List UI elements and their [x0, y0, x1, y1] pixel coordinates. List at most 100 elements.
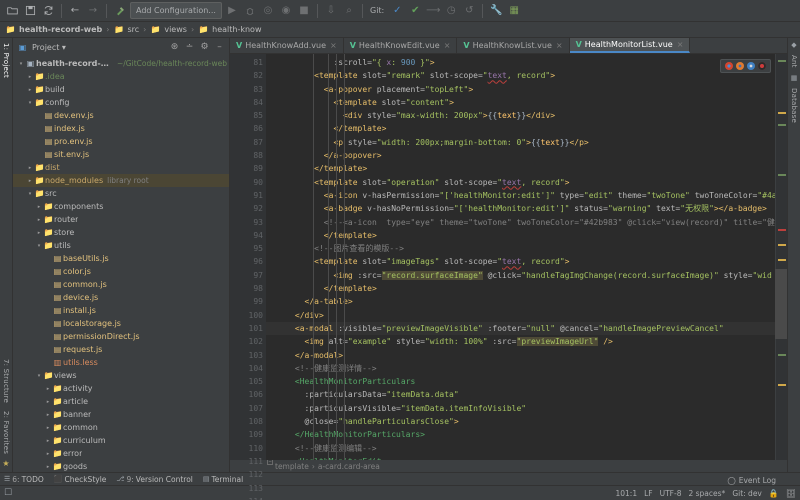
gutter-line-number[interactable]: 114: [230, 495, 266, 500]
gutter-line-number[interactable]: 107: [230, 402, 266, 415]
gutter-line-number[interactable]: 83−: [230, 83, 266, 96]
tool-window-button-ant[interactable]: Ant: [790, 52, 798, 71]
gutter-line-number[interactable]: 81: [230, 56, 266, 69]
breadcrumb-item-1[interactable]: 📁 src: [113, 25, 139, 34]
gutter-line-number[interactable]: 94−: [230, 229, 266, 242]
tree-node-device-js[interactable]: ▤device.js: [13, 291, 229, 304]
editor-tab-healthknowedit[interactable]: VHealthKnowEdit.vue×: [344, 38, 458, 53]
tool-window-button-project[interactable]: 1: Project: [2, 40, 10, 81]
firefox-icon[interactable]: [736, 62, 744, 70]
gutter-line-number[interactable]: 109−: [230, 428, 266, 441]
tree-node-components[interactable]: ▸📁components: [13, 200, 229, 213]
tree-node-router[interactable]: ▸📁router: [13, 213, 229, 226]
settings-gear-icon[interactable]: ⚙: [199, 42, 210, 52]
line-separator[interactable]: LF: [644, 489, 653, 498]
caret-position[interactable]: 101:1: [615, 489, 637, 498]
gutter-line-number[interactable]: 102: [230, 335, 266, 348]
tree-node--idea[interactable]: ▸📁.idea: [13, 70, 229, 83]
tree-node-store[interactable]: ▸📁store: [13, 226, 229, 239]
open-folder-icon[interactable]: [4, 3, 20, 19]
back-arrow-icon[interactable]: ←: [67, 3, 83, 19]
tree-node-config[interactable]: ▾📁config: [13, 96, 229, 109]
gutter-line-number[interactable]: 85: [230, 109, 266, 122]
read-only-lock-icon[interactable]: 🔒: [769, 489, 779, 498]
editor-tab-bar[interactable]: VHealthKnowAdd.vue×VHealthKnowEdit.vue×V…: [230, 38, 787, 54]
tree-node-utils-less[interactable]: ▥utils.less: [13, 356, 229, 369]
tree-node-src[interactable]: ▾📁src: [13, 187, 229, 200]
tree-node-localstorage-js[interactable]: ▤localstorage.js: [13, 317, 229, 330]
tree-expand-arrow-icon[interactable]: ▸: [44, 386, 52, 392]
gutter-line-number[interactable]: 87: [230, 136, 266, 149]
vcs-rollback-icon[interactable]: ↺: [461, 3, 477, 19]
gutter-line-number[interactable]: 93: [230, 216, 266, 229]
hide-panel-icon[interactable]: –: [214, 42, 225, 52]
tree-node-node-modules[interactable]: ▸📁node_moduleslibrary root: [13, 174, 229, 187]
tree-expand-arrow-icon[interactable]: ▸: [44, 438, 52, 444]
tree-expand-arrow-icon[interactable]: ▸: [35, 217, 43, 223]
editor-gutter[interactable]: 8182−83−84−8586−8788−89−90−91929394−9596…: [230, 54, 266, 460]
tree-node-article[interactable]: ▸📁article: [13, 395, 229, 408]
run-configuration-selector[interactable]: Add Configuration...: [130, 2, 222, 19]
gutter-line-number[interactable]: 99−: [230, 295, 266, 308]
browser-preview-popup[interactable]: [720, 59, 771, 73]
sync-refresh-icon[interactable]: [40, 3, 56, 19]
tree-expand-arrow-icon[interactable]: ▸: [44, 425, 52, 431]
gutter-line-number[interactable]: 84−: [230, 96, 266, 109]
breadcrumb-item-2[interactable]: 📁 views: [150, 25, 187, 34]
save-all-icon[interactable]: [22, 3, 38, 19]
close-tab-icon[interactable]: ×: [677, 40, 684, 49]
tool-window-button-database[interactable]: Database: [790, 85, 798, 126]
tree-node-common[interactable]: ▸📁common: [13, 421, 229, 434]
tree-node-color-js[interactable]: ▤color.js: [13, 265, 229, 278]
tree-node-dist[interactable]: ▸📁dist: [13, 161, 229, 174]
file-encoding[interactable]: UTF-8: [660, 489, 682, 498]
tree-node-dev-env-js[interactable]: ▤dev.env.js: [13, 109, 229, 122]
scrollbar-thumb[interactable]: [775, 269, 787, 339]
tree-expand-arrow-icon[interactable]: ▸: [35, 204, 43, 210]
tree-expand-arrow-icon[interactable]: ▾: [26, 100, 34, 106]
gutter-line-number[interactable]: 105−: [230, 375, 266, 388]
tree-node-utils[interactable]: ▾📁utils: [13, 239, 229, 252]
editor-breadcrumb[interactable]: template › a-card.card-area: [230, 460, 787, 472]
gutter-line-number[interactable]: 97: [230, 269, 266, 282]
gutter-line-number[interactable]: 101−: [230, 322, 266, 335]
build-hammer-icon[interactable]: [112, 3, 128, 19]
tree-expand-arrow-icon[interactable]: ▸: [35, 230, 43, 236]
vcs-history-icon[interactable]: ◷: [443, 3, 459, 19]
gutter-line-number[interactable]: 89−: [230, 162, 266, 175]
editor-tab-healthmonitorlist[interactable]: VHealthMonitorList.vue×: [570, 38, 691, 53]
gutter-line-number[interactable]: 100−: [230, 309, 266, 322]
tool-window-button-todo[interactable]: ☰6:TODO: [4, 475, 44, 484]
gutter-line-number[interactable]: 112: [230, 468, 266, 481]
close-tab-icon[interactable]: ×: [444, 41, 451, 50]
breadcrumb-item-0[interactable]: 📁 health-record-web: [5, 25, 102, 34]
tree-node-build[interactable]: ▸📁build: [13, 83, 229, 96]
gutter-line-number[interactable]: 98−: [230, 282, 266, 295]
chrome-icon[interactable]: [725, 62, 733, 70]
project-structure-icon[interactable]: ▦: [506, 3, 522, 19]
gutter-line-number[interactable]: 106: [230, 388, 266, 401]
gutter-line-number[interactable]: 96−: [230, 255, 266, 268]
tool-window-button-structure[interactable]: 7: Structure: [2, 356, 10, 406]
gutter-line-number[interactable]: 108: [230, 415, 266, 428]
gutter-line-number[interactable]: 90−: [230, 176, 266, 189]
tree-expand-arrow-icon[interactable]: ▸: [44, 412, 52, 418]
editor-tab-healthknowlist[interactable]: VHealthKnowList.vue×: [457, 38, 569, 53]
gutter-line-number[interactable]: 86−: [230, 122, 266, 135]
tree-expand-arrow-icon[interactable]: ▸: [44, 399, 52, 405]
breadcrumb-item-3[interactable]: 📁 health-know: [198, 25, 261, 34]
tree-node-pro-env-js[interactable]: ▤pro.env.js: [13, 135, 229, 148]
indent-setting[interactable]: 2 spaces*: [688, 489, 725, 498]
tree-node-common-js[interactable]: ▤common.js: [13, 278, 229, 291]
tree-expand-arrow-icon[interactable]: ▸: [44, 464, 52, 470]
project-file-tree[interactable]: ▾▣health-record-web~/GitCode/health-reco…: [13, 56, 229, 472]
tree-expand-arrow-icon[interactable]: ▸: [26, 165, 34, 171]
opera-icon[interactable]: [758, 62, 766, 70]
event-log-widget[interactable]: ◯ Event Log: [727, 476, 776, 485]
tree-node-permissiondirect-js[interactable]: ▤permissionDirect.js: [13, 330, 229, 343]
status-left-icon[interactable]: ☐: [4, 488, 12, 498]
tree-node-index-js[interactable]: ▤index.js: [13, 122, 229, 135]
tree-node-sit-env-js[interactable]: ▤sit.env.js: [13, 148, 229, 161]
memory-indicator-icon[interactable]: 🗄: [786, 489, 796, 498]
tree-node-goods[interactable]: ▸📁goods: [13, 460, 229, 472]
